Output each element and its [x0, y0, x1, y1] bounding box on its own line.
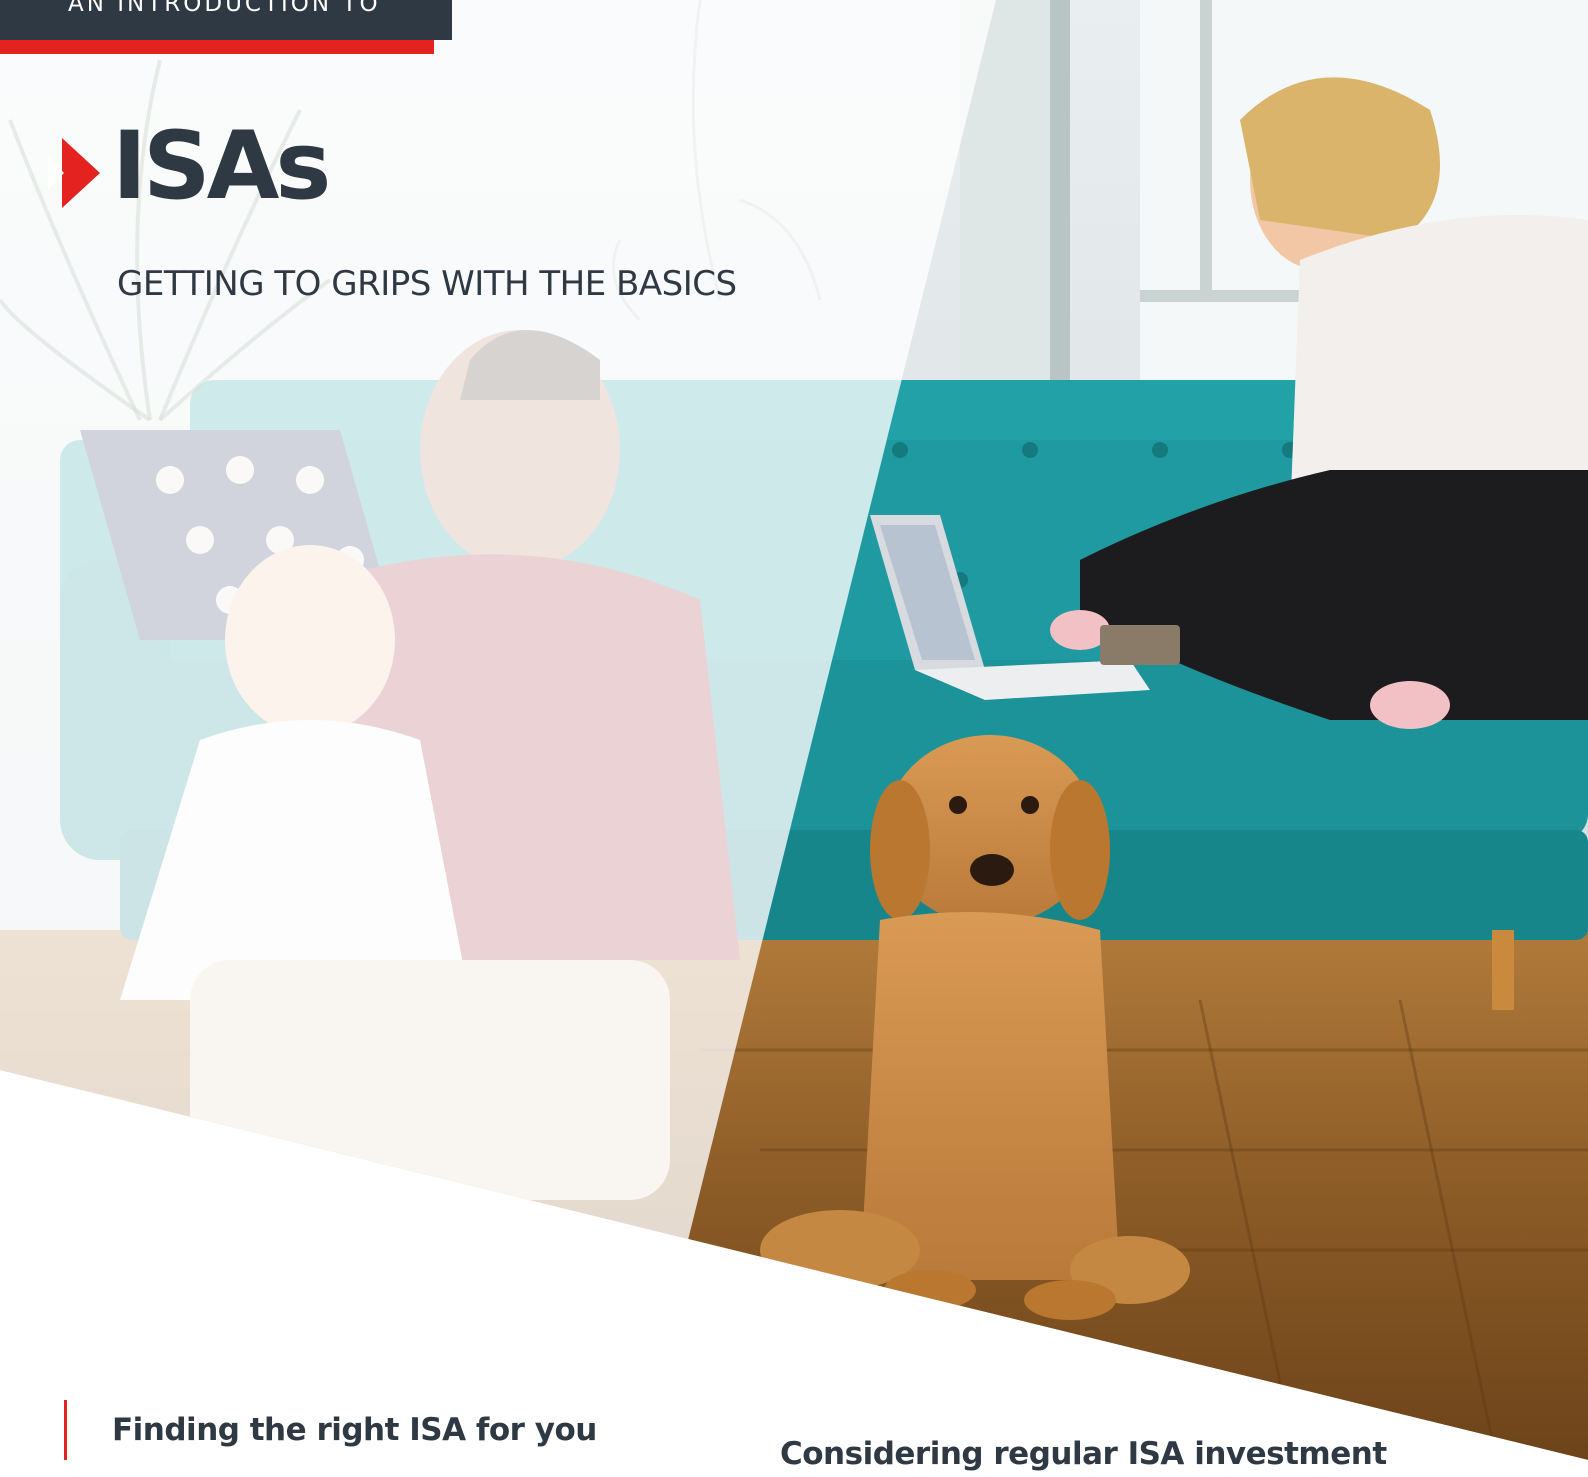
- page-subtitle: GETTING TO GRIPS WITH THE BASICS: [117, 264, 737, 304]
- section-heading: Finding the right ISA for you: [112, 1412, 597, 1448]
- chevron-right-icon: [48, 138, 100, 208]
- page-title: ISAs: [112, 112, 331, 221]
- banner-accent-stripe: [0, 40, 434, 54]
- section-accent-rule: [64, 1400, 67, 1460]
- cover-photo: [0, 0, 1588, 1477]
- series-label: AN INTRODUCTION TO: [68, 0, 381, 17]
- section-heading: Considering regular ISA investment: [780, 1436, 1387, 1472]
- series-banner: AN INTRODUCTION TO: [0, 0, 452, 40]
